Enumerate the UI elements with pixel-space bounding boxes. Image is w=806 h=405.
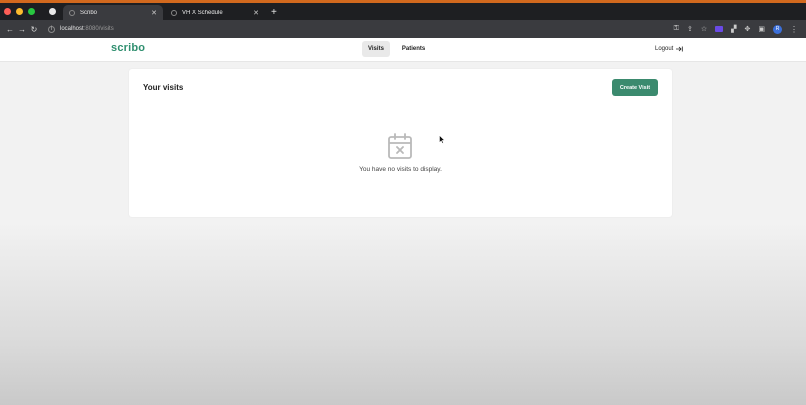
create-visit-button[interactable]: Create Visit <box>612 79 658 96</box>
forward-arrow-icon[interactable]: → <box>16 25 28 34</box>
sidebar-icon[interactable]: ▣ <box>758 25 765 33</box>
minimize-window-button[interactable] <box>16 8 23 15</box>
mouse-cursor-icon <box>439 135 445 144</box>
close-window-button[interactable] <box>4 8 11 15</box>
app-header: scribo Visits Patients Logout <box>0 38 806 62</box>
extension-icon[interactable]: ▞ <box>731 25 736 33</box>
browser-tab-scribo[interactable]: Scribo ✕ <box>63 5 163 20</box>
back-arrow-icon[interactable]: ← <box>4 25 16 34</box>
url-path: :8080/visits <box>83 26 114 32</box>
url-text[interactable]: localhost:8080/visits <box>60 26 114 32</box>
visits-card: Your visits Create Visit You have no vis… <box>129 69 672 217</box>
profile-avatar[interactable]: R <box>773 24 782 34</box>
browser-tab-schedule[interactable]: VH X Schedule ✕ <box>165 5 265 20</box>
calendar-x-icon <box>388 133 412 159</box>
browser-tab-bar: Scribo ✕ VH X Schedule ✕ + <box>0 3 806 20</box>
pinned-tab-icon[interactable] <box>49 8 56 15</box>
nav-item-patients[interactable]: Patients <box>396 41 431 57</box>
logout-label: Logout <box>655 46 674 52</box>
site-info-icon[interactable]: i <box>48 25 55 33</box>
window-controls <box>0 8 35 15</box>
bookmark-star-icon[interactable]: ☆ <box>701 25 707 33</box>
reload-icon[interactable]: ↻ <box>28 25 40 34</box>
extension-icon[interactable] <box>715 26 724 32</box>
tab-close-icon[interactable]: ✕ <box>253 9 259 17</box>
empty-state-message: You have no visits to display. <box>359 166 442 173</box>
nav-item-visits[interactable]: Visits <box>362 41 390 57</box>
logout-button[interactable]: Logout <box>655 46 684 52</box>
tab-favicon-icon <box>69 9 75 16</box>
address-bar[interactable]: i localhost:8080/visits <box>48 25 674 33</box>
browser-toolbar-icons: ⚿ ⇪ ☆ ▞ ✥ ▣ R ⋮ <box>674 24 798 34</box>
extensions-puzzle-icon[interactable]: ✥ <box>745 25 751 33</box>
tab-title: VH X Schedule <box>182 9 223 16</box>
logout-arrow-icon <box>676 46 684 52</box>
key-icon[interactable]: ⚿ <box>674 25 679 33</box>
tab-close-icon[interactable]: ✕ <box>151 9 157 17</box>
share-icon[interactable]: ⇪ <box>687 25 693 33</box>
page-title: Your visits <box>143 83 184 92</box>
browser-menu-icon[interactable]: ⋮ <box>790 25 798 34</box>
main-nav: Visits Patients <box>362 41 431 57</box>
tab-favicon-icon <box>171 9 177 16</box>
tab-title: Scribo <box>80 9 98 16</box>
url-host: localhost <box>60 26 84 32</box>
new-tab-button[interactable]: + <box>271 8 277 18</box>
browser-toolbar: ← → ↻ i localhost:8080/visits ⚿ ⇪ ☆ ▞ ✥ … <box>0 20 806 38</box>
app-logo[interactable]: scribo <box>111 42 145 54</box>
zoom-window-button[interactable] <box>28 8 35 15</box>
